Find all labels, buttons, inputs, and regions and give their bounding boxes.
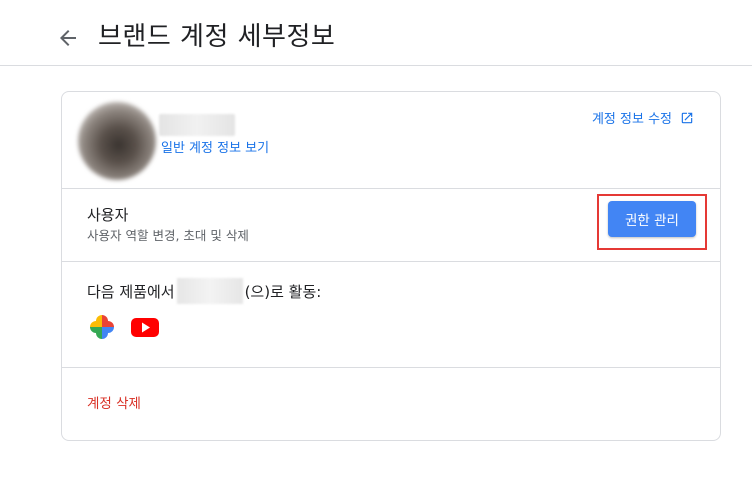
edit-account-info-label: 계정 정보 수정 xyxy=(591,112,672,127)
manage-permissions-button[interactable]: 권한 관리 xyxy=(608,201,696,237)
profile-section: 일반 계정 정보 보기 계정 정보 수정 xyxy=(62,92,720,188)
users-subtitle: 사용자 역할 변경, 초대 및 삭제 xyxy=(87,228,249,243)
users-title: 사용자 xyxy=(87,206,129,224)
general-account-info-link[interactable]: 일반 계정 정보 보기 xyxy=(161,137,269,156)
product-icons xyxy=(87,312,160,342)
edit-account-info-link[interactable]: 계정 정보 수정 xyxy=(592,108,694,127)
arrow-back-icon[interactable] xyxy=(56,26,80,50)
google-photos-icon[interactable] xyxy=(87,312,117,342)
activity-suffix: (으)로 활동: xyxy=(244,282,322,301)
account-card: 일반 계정 정보 보기 계정 정보 수정 사용자 사용자 역할 변경, 초대 및… xyxy=(61,91,721,441)
users-section: 사용자 사용자 역할 변경, 초대 및 삭제 권한 관리 xyxy=(62,189,720,261)
page-header: 브랜드 계정 세부정보 xyxy=(0,0,752,66)
youtube-icon[interactable] xyxy=(130,312,160,342)
page-title: 브랜드 계정 세부정보 xyxy=(98,22,336,52)
open-in-new-icon xyxy=(681,112,693,123)
delete-account-link[interactable]: 계정 삭제 xyxy=(87,392,141,412)
avatar xyxy=(78,102,156,180)
account-name-redacted xyxy=(176,278,243,304)
delete-section: 계정 삭제 xyxy=(62,368,720,440)
activity-prefix: 다음 제품에서 xyxy=(87,282,175,301)
activity-section: 다음 제품에서 (으)로 활동: xyxy=(62,262,720,367)
account-name-redacted xyxy=(159,114,235,136)
activity-text: 다음 제품에서 (으)로 활동: xyxy=(87,278,321,304)
